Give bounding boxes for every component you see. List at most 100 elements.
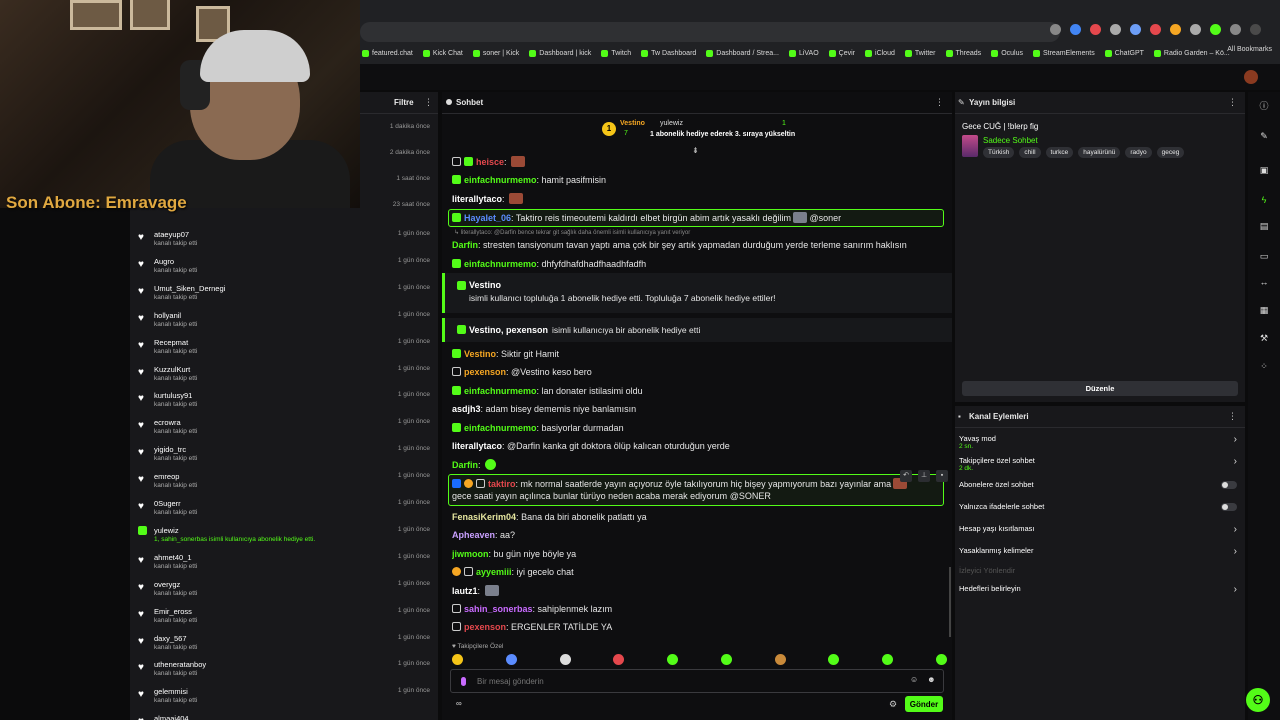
stream-tag[interactable]: turkce: [1045, 147, 1074, 158]
chat-username[interactable]: heisce: [476, 157, 504, 167]
activity-username[interactable]: almaai404: [154, 714, 189, 720]
chat-message-input[interactable]: [450, 669, 944, 693]
camera-icon[interactable]: ▣: [1258, 164, 1270, 176]
stream-tag[interactable]: Türkish: [983, 147, 1015, 158]
bookmark-item[interactable]: Dashboard / Strea...: [706, 49, 779, 57]
all-bookmarks-link[interactable]: All Bookmarks: [1227, 46, 1272, 53]
emoji-icon[interactable]: ☻: [927, 675, 935, 684]
activity-username[interactable]: yigido_trc: [154, 445, 186, 454]
activity-username[interactable]: overygz: [154, 580, 180, 589]
chevron-right-icon[interactable]: ›: [1234, 546, 1237, 557]
chat-message[interactable]: sahin_sonerbas: sahiplenmek lazım: [452, 603, 942, 615]
toggle-switch[interactable]: [1221, 503, 1237, 511]
chat-username[interactable]: sahin_sonerbas: [464, 604, 533, 614]
chat-message[interactable]: Darfin: stresten tansiyonum tavan yaptı …: [452, 239, 942, 251]
channel-action-row[interactable]: Yasaklanmış kelimeler ›: [959, 546, 1241, 566]
bookmark-item[interactable]: featured.chat: [362, 49, 413, 57]
chat-message[interactable]: lautz1:: [452, 585, 942, 597]
chat-message[interactable]: asdjh3: adam bisey dememis niye banlamıs…: [452, 403, 942, 415]
channel-action-row[interactable]: Yavaş mod 2 sn. ›: [959, 434, 1241, 454]
chat-message[interactable]: ayyemiii: iyi gecelo chat: [452, 566, 942, 578]
pinned-gift-leader[interactable]: 1 Vestino 7 yulewiz 1 1 abonelik hediye …: [602, 118, 802, 146]
filter-label[interactable]: Filtre: [394, 98, 414, 107]
chat-username[interactable]: literallytaco: [452, 441, 502, 451]
bookmark-item[interactable]: Tw Dashboard: [641, 49, 696, 57]
activity-username[interactable]: emreop: [154, 472, 179, 481]
bookmark-item[interactable]: Twitter: [904, 49, 936, 57]
channel-action-row[interactable]: Abonelere özel sohbet: [959, 480, 1241, 500]
document-icon[interactable]: ▤: [1258, 220, 1270, 232]
chat-message[interactable]: einfachnurmemo: basiyorlar durmadan: [452, 422, 942, 434]
channel-action-row[interactable]: Takipçilere özel sohbet 2 dk. ›: [959, 456, 1241, 476]
emote-icon[interactable]: [828, 654, 840, 665]
chat-message[interactable]: einfachnurmemo: hamit pasifmisin: [452, 174, 942, 186]
toggle-switch[interactable]: [1221, 481, 1237, 489]
activity-username[interactable]: yulewiz: [154, 526, 179, 535]
stream-tag[interactable]: radyo: [1125, 147, 1152, 158]
chat-username[interactable]: FenasiKerim04: [452, 512, 516, 522]
emote-picker-icon[interactable]: ☺: [910, 675, 918, 684]
more-icon[interactable]: ⋮: [424, 97, 433, 108]
chat-bubble-icon[interactable]: ▭: [1258, 250, 1270, 262]
channel-action-row[interactable]: Hedefleri belirleyin ›: [959, 584, 1241, 604]
activity-username[interactable]: KuzzulKurt: [154, 365, 190, 374]
reply-icon[interactable]: ↶: [900, 470, 912, 482]
chat-message[interactable]: literallytaco: @Darfin kanka git doktora…: [452, 440, 942, 452]
chat-message[interactable]: FenasiKerim04: Bana da biri abonelik pat…: [452, 511, 942, 523]
emote-icon[interactable]: [720, 654, 732, 665]
more-icon[interactable]: ⋮: [1228, 97, 1237, 108]
chat-username[interactable]: Apheaven: [452, 530, 495, 540]
chevron-right-icon[interactable]: ›: [1234, 584, 1237, 595]
activity-username[interactable]: Emir_eross: [154, 607, 192, 616]
bookmark-item[interactable]: iCloud: [865, 49, 895, 57]
activity-username[interactable]: utheneratanboy: [154, 660, 206, 669]
chat-username[interactable]: pexenson: [464, 367, 506, 377]
more-icon[interactable]: ⋮: [1228, 411, 1237, 422]
activity-username[interactable]: Recepmat: [154, 338, 188, 347]
stream-tag[interactable]: hayalürünü: [1078, 147, 1121, 158]
chat-message[interactable]: einfachnurmemo: dhfyfdhafdhadfhaadhfadfh: [452, 258, 942, 270]
chat-username[interactable]: ayyemiii: [476, 567, 512, 577]
chat-username[interactable]: pexenson: [464, 622, 506, 632]
emote-icon[interactable]: [452, 654, 463, 665]
chat-username[interactable]: jiwmoon: [452, 549, 489, 559]
chat-username[interactable]: taktiro: [488, 479, 516, 489]
chat-message[interactable]: heisce:: [452, 156, 942, 168]
bookmark-item[interactable]: Çevir: [828, 49, 855, 57]
chat-username[interactable]: einfachnurmemo: [464, 423, 537, 433]
activity-username[interactable]: gelemmisi: [154, 687, 188, 696]
lightning-icon[interactable]: ϟ: [1258, 194, 1270, 206]
bookmark-item[interactable]: soner | Kick: [472, 49, 519, 57]
chat-username[interactable]: Vestino: [464, 349, 496, 359]
chat-message[interactable]: taktiro: mk normal saatlerde yayın açıyo…: [452, 478, 942, 506]
mic-icon[interactable]: [461, 677, 466, 686]
chat-message[interactable]: pexenson: ERGENLER TATİLDE YA: [452, 621, 942, 633]
emote-icon[interactable]: [613, 654, 625, 665]
bookmark-item[interactable]: Threads: [945, 49, 981, 57]
channel-action-row[interactable]: Yalnızca ifadelerle sohbet: [959, 502, 1241, 522]
chat-message[interactable]: pexenson: @Vestino keso bero: [452, 366, 942, 378]
activity-username[interactable]: ataeyup07: [154, 230, 189, 239]
chat-scrollbar[interactable]: [949, 567, 951, 637]
activity-username[interactable]: 0Sugerr: [154, 499, 181, 508]
bookmark-item[interactable]: ChatGPT: [1104, 49, 1144, 57]
chevron-right-icon[interactable]: ›: [1234, 524, 1237, 535]
chat-message[interactable]: einfachnurmemo: lan donater istilasimi o…: [452, 385, 942, 397]
chat-username[interactable]: Darfin: [452, 240, 478, 250]
bookmark-item[interactable]: Dashboard | kick: [529, 49, 591, 57]
tool-icon[interactable]: ⚒: [1258, 332, 1270, 344]
chat-username[interactable]: einfachnurmemo: [464, 259, 537, 269]
expand-icon[interactable]: ⇟: [692, 146, 699, 155]
gear-icon[interactable]: ⚙: [889, 699, 897, 710]
edit-button[interactable]: Düzenle: [962, 381, 1238, 396]
calendar-icon[interactable]: ▦: [1258, 304, 1270, 316]
chat-username[interactable]: literallytaco: [452, 194, 502, 204]
help-chat-button[interactable]: ⚇: [1246, 688, 1270, 712]
dots-icon[interactable]: ⁘: [1258, 360, 1270, 372]
emote-icon[interactable]: [882, 654, 894, 665]
stream-tag[interactable]: chill: [1019, 147, 1041, 158]
bookmark-item[interactable]: LiVAO: [788, 49, 819, 57]
delete-icon[interactable]: ▪: [936, 470, 948, 482]
emote-icon[interactable]: [774, 654, 786, 665]
activity-username[interactable]: kurtulusy91: [154, 391, 192, 400]
